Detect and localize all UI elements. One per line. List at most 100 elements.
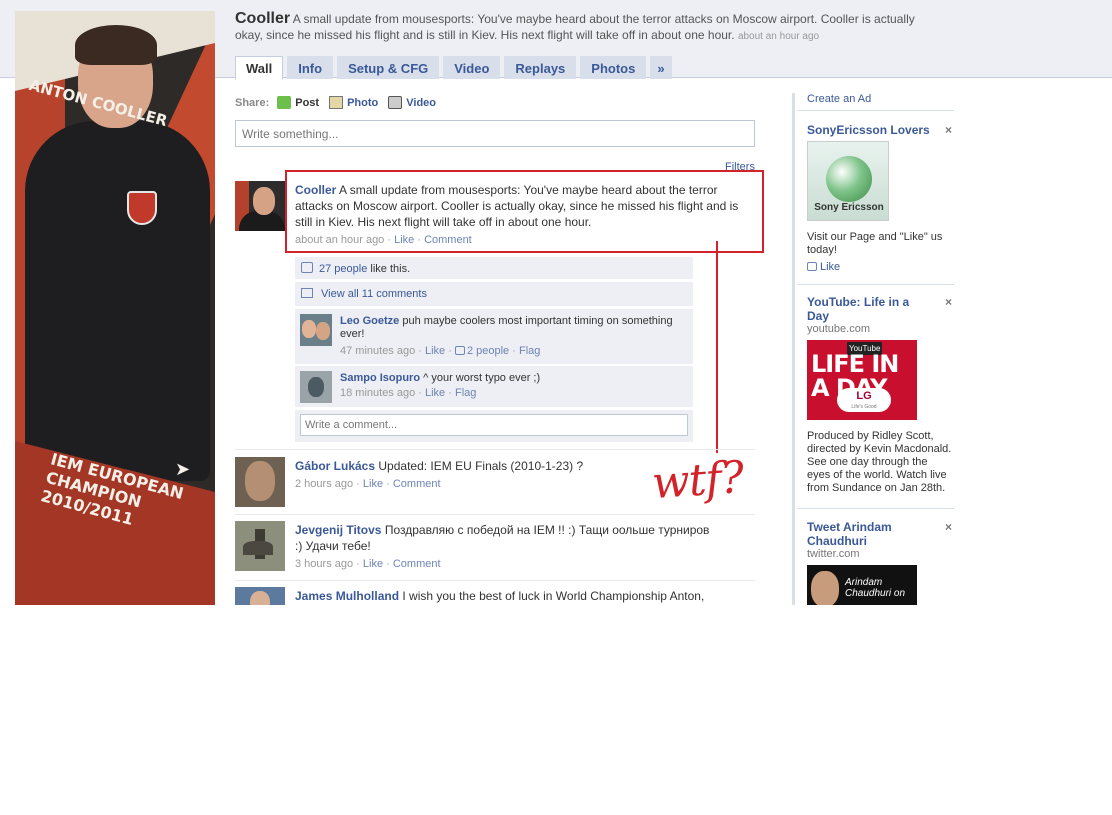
tab-more-button[interactable]: »: [650, 56, 672, 79]
post-icon: [277, 96, 292, 109]
profile-name[interactable]: Cooller: [235, 10, 290, 27]
share-bar: Share: Post Photo Video: [235, 96, 446, 109]
tab-replays[interactable]: Replays: [504, 56, 577, 79]
status-time: about an hour ago: [737, 31, 820, 42]
avatar[interactable]: [235, 457, 285, 507]
avatar-face: [253, 187, 275, 215]
share-photo-button[interactable]: Photo: [329, 96, 378, 109]
close-icon[interactable]: ×: [945, 521, 952, 534]
like-button[interactable]: Like: [363, 478, 383, 490]
lg-brand: LG: [856, 390, 872, 402]
wall-story: Gábor Lukács Updated: IEM EU Finals (201…: [295, 458, 755, 492]
avatar-face: [316, 322, 330, 340]
comment-item: Leo Goetze puh maybe coolers most import…: [295, 309, 693, 364]
ad-title[interactable]: SonyEricsson Lovers: [807, 123, 932, 137]
pic-person-body: [25, 121, 210, 481]
flag-button[interactable]: Flag: [455, 387, 476, 399]
ad-like-label: Like: [820, 261, 841, 273]
comment-body: Sampo Isopuro ^ your worst typo ever ;) …: [340, 372, 685, 400]
pic-person-hair: [75, 25, 157, 65]
wall-story: James Mulholland I wish you the best of …: [295, 588, 755, 604]
avatar-face: [302, 320, 316, 338]
create-ad-link[interactable]: Create an Ad: [807, 93, 871, 105]
close-icon[interactable]: ×: [945, 124, 952, 137]
status-composer-input[interactable]: Write something...: [235, 120, 755, 147]
tab-wall[interactable]: Wall: [235, 56, 284, 80]
ad-separator: [797, 508, 954, 509]
comment-avatar[interactable]: [300, 314, 332, 346]
write-comment-row: Write a comment...: [295, 410, 693, 442]
comment-likes-link[interactable]: 2 people: [467, 345, 509, 357]
comment-like-button[interactable]: Like: [425, 345, 445, 357]
tab-video[interactable]: Video: [443, 56, 501, 79]
view-all-comments-link[interactable]: View all 11 comments: [321, 288, 427, 300]
ad-image[interactable]: YouTube LIFE IN A DAY LGLife's Good: [807, 340, 917, 420]
ad-separator: [797, 284, 954, 285]
ad-image[interactable]: Sony Ericsson: [807, 141, 889, 221]
ad-domain: twitter.com: [807, 548, 860, 560]
story-divider: [235, 580, 755, 581]
comment-button[interactable]: Comment: [393, 558, 441, 570]
story-text: I wish you the best of luck in World Cha…: [402, 589, 705, 603]
ad-like-button[interactable]: Like: [807, 261, 952, 274]
comment-like-button[interactable]: Like: [425, 387, 445, 399]
lg-logo-icon: LG Life's Good: [837, 388, 891, 412]
comment-time: 47 minutes ago: [340, 345, 416, 357]
ad-domain: youtube.com: [807, 323, 870, 335]
ad-title[interactable]: Tweet Arindam Chaudhuri: [807, 520, 932, 548]
story-author[interactable]: James Mulholland: [295, 589, 399, 603]
annotation-box: [285, 170, 764, 253]
story-author[interactable]: Gábor Lukács: [295, 459, 375, 473]
avatar[interactable]: [235, 521, 285, 571]
thumbs-up-icon: [454, 346, 465, 355]
ad-tweet-arindam: Tweet Arindam Chaudhuri × twitter.com Ar…: [807, 520, 952, 605]
close-icon[interactable]: ×: [945, 296, 952, 309]
story-divider: [235, 449, 755, 450]
share-video-label: Video: [406, 96, 437, 109]
mouse-logo-icon: ➤: [175, 459, 191, 479]
profile-header: Cooller A small update from mousesports:…: [235, 11, 935, 45]
share-post-button[interactable]: Post: [277, 96, 319, 109]
tab-photos[interactable]: Photos: [580, 56, 647, 79]
profile-picture[interactable]: ANTON COOLLER IEM EUROPEAN CHAMPION 2010…: [15, 11, 215, 605]
tab-setup-cfg[interactable]: Setup & CFG: [337, 56, 440, 79]
avatar-face: [308, 377, 324, 397]
share-video-button[interactable]: Video: [388, 96, 436, 109]
comment-time: 18 minutes ago: [340, 387, 416, 399]
comment-icon: [301, 288, 313, 298]
likes-row: 27 people like this.: [295, 257, 693, 279]
annotation-line: [716, 241, 718, 453]
tab-info[interactable]: Info: [287, 56, 334, 79]
ad-person-face: [811, 571, 839, 605]
ad-image[interactable]: Arindam Chaudhuri on: [807, 565, 917, 605]
sonyericsson-logo-icon: [826, 156, 872, 202]
story-author[interactable]: Jevgenij Titovs: [295, 523, 381, 537]
comment-avatar[interactable]: [300, 371, 332, 403]
comment-button[interactable]: Comment: [393, 478, 441, 490]
sidebar-divider: [792, 93, 795, 605]
like-button[interactable]: Like: [363, 558, 383, 570]
share-photo-label: Photo: [347, 96, 379, 109]
story-divider: [235, 514, 755, 515]
thumbs-up-icon: [301, 262, 313, 273]
write-comment-input[interactable]: Write a comment...: [300, 414, 688, 436]
story-time: 2 hours ago: [295, 478, 354, 490]
page-viewport: ANTON COOLLER IEM EUROPEAN CHAMPION 2010…: [0, 0, 1112, 605]
view-all-comments-row[interactable]: View all 11 comments: [295, 282, 693, 306]
likes-count-link[interactable]: 27 people: [319, 263, 367, 275]
photo-icon: [329, 96, 344, 109]
comment-author[interactable]: Sampo Isopuro: [340, 372, 420, 384]
ad-sonyericsson: SonyEricsson Lovers × Sony Ericsson Visi…: [807, 123, 952, 274]
thumbs-up-icon: [807, 262, 817, 271]
likes-suffix: like this.: [370, 263, 411, 275]
ad-body: Produced by Ridley Scott, directed by Ke…: [807, 430, 952, 494]
comment-author[interactable]: Leo Goetze: [340, 315, 399, 327]
comment-item: Sampo Isopuro ^ your worst typo ever ;) …: [295, 366, 693, 407]
avatar[interactable]: [235, 587, 285, 605]
flag-button[interactable]: Flag: [519, 345, 540, 357]
story-text: Updated: IEM EU Finals (2010-1-23) ?: [378, 459, 584, 473]
avatar[interactable]: [235, 181, 285, 231]
comment-text: ^ your worst typo ever ;): [423, 372, 541, 384]
wall-story: Jevgenij Titovs Поздравляю с победой на …: [295, 522, 715, 572]
ad-title[interactable]: YouTube: Life in a Day: [807, 295, 932, 323]
